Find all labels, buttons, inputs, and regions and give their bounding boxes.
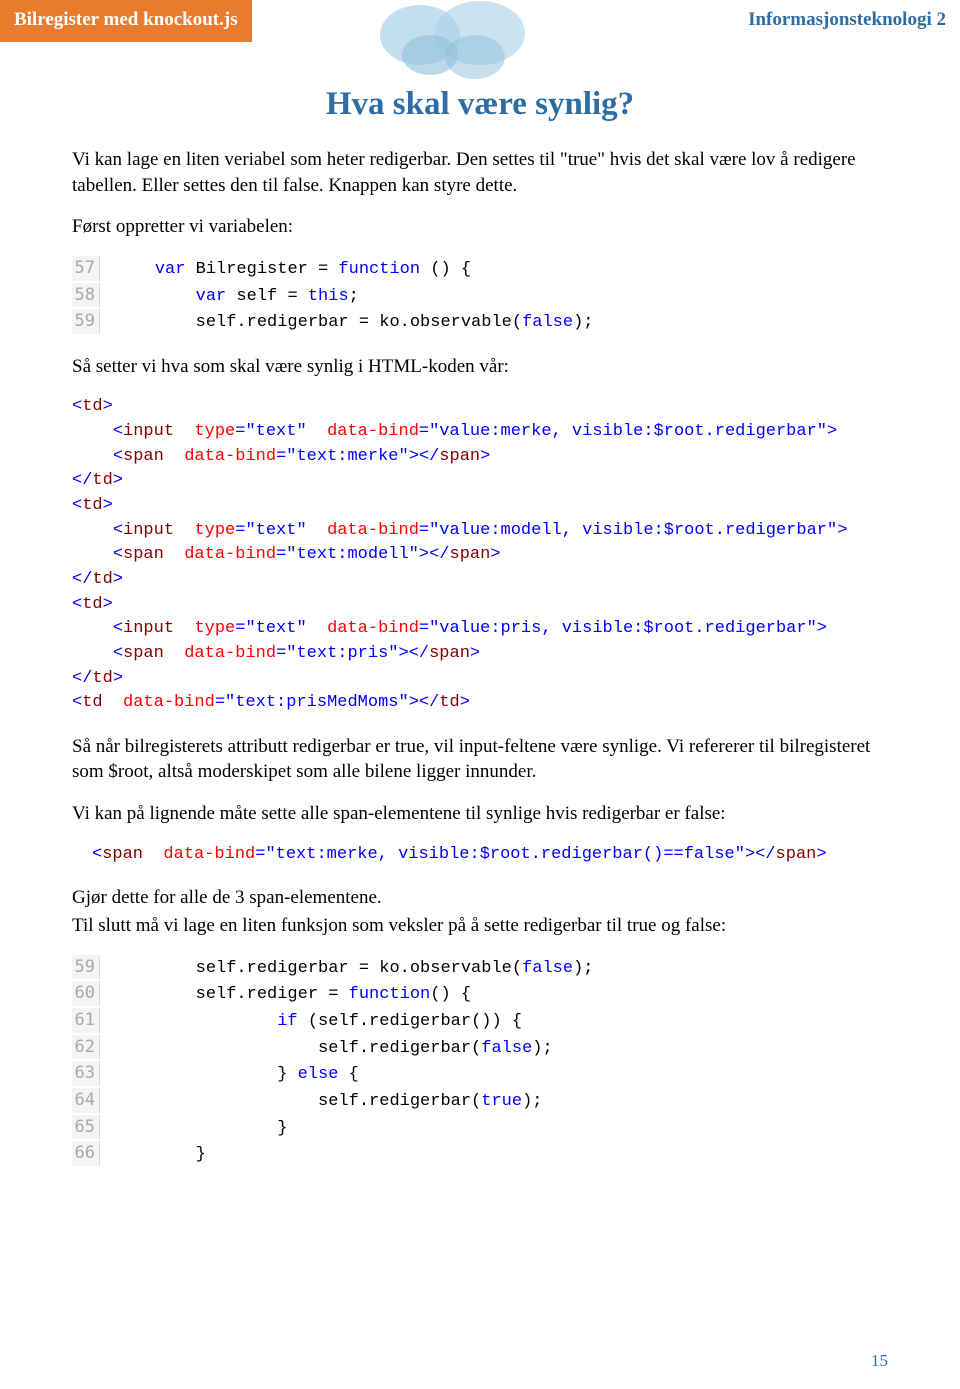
header-left-title: Bilregister med knockout.js: [0, 0, 252, 42]
page-content: Hva skal være synlig? Vi kan lage en lit…: [0, 50, 960, 1168]
page-header: Bilregister med knockout.js Informasjons…: [0, 0, 960, 50]
paragraph-5: Vi kan på lignende måte sette alle span-…: [72, 801, 888, 827]
paragraph-4: Så når bilregisterets attributt redigerb…: [72, 734, 888, 785]
page-title: Hva skal være synlig?: [72, 86, 888, 123]
code-block-3: <span data-bind="text:merke, visible:$ro…: [92, 843, 888, 868]
page-number: 15: [871, 1351, 888, 1371]
paragraph-3: Så setter vi hva som skal være synlig i …: [72, 354, 888, 380]
paragraph-6: Gjør dette for alle de 3 span-elementene…: [72, 885, 888, 911]
header-right-title: Informasjonsteknologi 2: [748, 0, 960, 42]
code-block-1: 57 var Bilregister = function () { 58 va…: [72, 256, 888, 336]
code-block-2: <td> <input type="text" data-bind="value…: [72, 395, 888, 715]
code-block-4: 59 self.redigerbar = ko.observable(false…: [72, 955, 888, 1168]
paragraph-1: Vi kan lage en liten veriabel som heter …: [72, 147, 888, 198]
paragraph-2: Først oppretter vi variabelen:: [72, 214, 888, 240]
paragraph-7: Til slutt må vi lage en liten funksjon s…: [72, 913, 888, 939]
